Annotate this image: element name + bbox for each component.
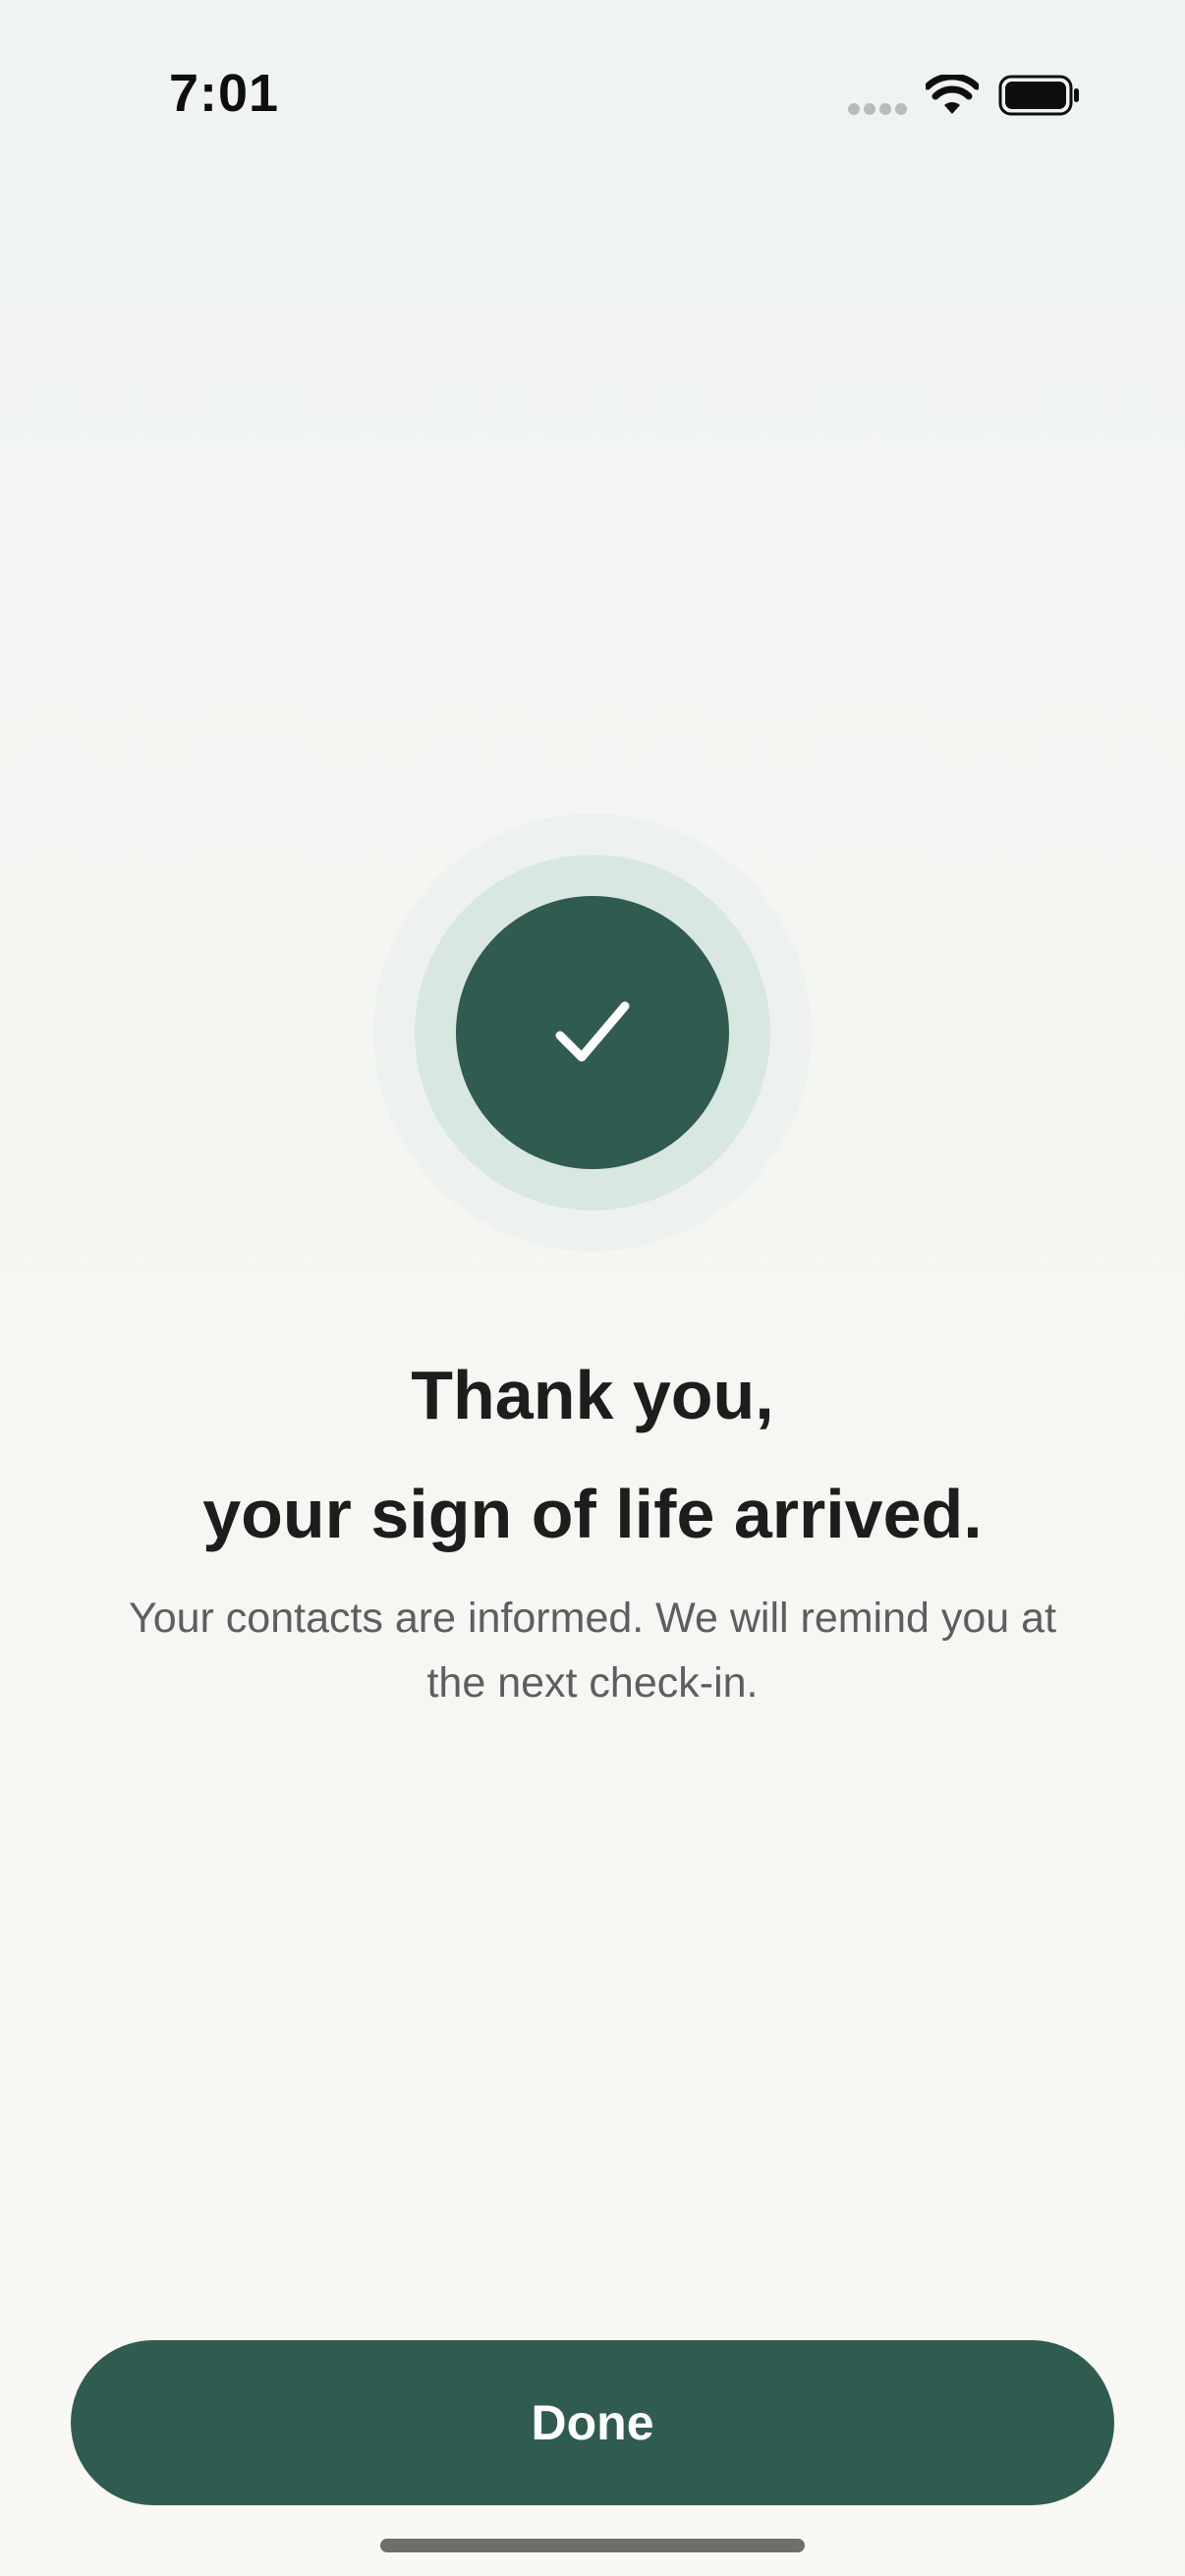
confirmation-title: Thank you, your sign of life arrived.: [59, 1336, 1126, 1574]
battery-icon: [998, 75, 1079, 116]
done-button[interactable]: Done: [71, 2340, 1114, 2505]
success-badge: [373, 813, 812, 1252]
status-time: 7:01: [169, 64, 280, 123]
message-line-1: Your contacts are informed. We will remi…: [128, 1595, 1057, 1642]
done-button-label: Done: [531, 2395, 654, 2450]
confirmation-message: Your contacts are informed. We will remi…: [59, 1586, 1126, 1715]
message-line-2: the next check-in.: [426, 1659, 759, 1707]
title-line-1: Thank you,: [411, 1357, 774, 1433]
badge-core: [456, 896, 729, 1169]
status-bar: 7:01: [0, 0, 1185, 187]
home-indicator[interactable]: [380, 2539, 805, 2552]
title-line-2: your sign of life arrived.: [202, 1476, 983, 1552]
signal-dots-icon: [848, 103, 907, 115]
wifi-icon: [926, 75, 979, 114]
check-icon: [555, 1001, 630, 1062]
